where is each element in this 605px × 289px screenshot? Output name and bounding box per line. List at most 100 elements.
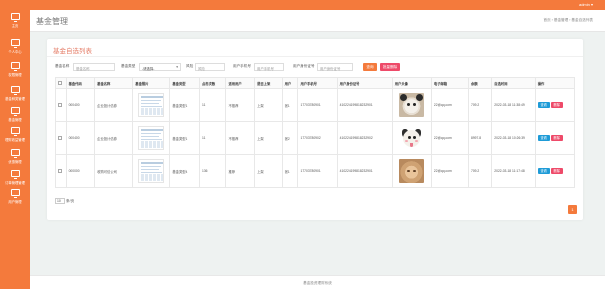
- sidebar-item-returns[interactable]: 理财收益管理: [0, 127, 30, 142]
- sidebar-item-label: 基金种类管理: [5, 97, 25, 101]
- user-phone: 17703780901: [297, 88, 338, 122]
- user-avatar[interactable]: [399, 93, 425, 117]
- sidebar-item-fund-types[interactable]: 基金种类管理: [0, 86, 30, 101]
- card-title: 基金自选列表: [53, 48, 92, 55]
- click-count: 11: [199, 88, 227, 122]
- select-all-header[interactable]: [55, 77, 67, 89]
- footer-text: 基金投资理财系统: [303, 281, 332, 285]
- phone-label: 用户手机号: [233, 64, 251, 68]
- search-button[interactable]: 查询: [363, 63, 377, 71]
- pagination-current-page[interactable]: 1: [568, 205, 577, 214]
- fund-photo[interactable]: [138, 159, 165, 183]
- table-row: 000400 企业投计债券 基金类型1 11 不推荐 上架 张2 1770378…: [55, 121, 576, 155]
- column-header: 用户身份证号: [336, 77, 393, 89]
- row-checkbox[interactable]: [58, 168, 62, 173]
- sidebar-item-home[interactable]: 主页: [0, 13, 30, 28]
- sidebar-item-label: 用户管理: [8, 200, 22, 204]
- fund-photo[interactable]: [138, 93, 165, 117]
- admin-user-menu[interactable]: admin ▾: [579, 2, 593, 7]
- monitor-icon: [10, 107, 20, 116]
- column-header: 点击次数: [199, 77, 227, 89]
- sidebar-item-profile[interactable]: 个人中心: [0, 39, 30, 54]
- sidebar-item-label: 优惠管理: [8, 160, 22, 164]
- user-idcard: 410224199818232901: [336, 154, 393, 188]
- user-email: 22@qq.com: [430, 121, 469, 155]
- view-button[interactable]: 查看: [537, 135, 550, 141]
- delete-button[interactable]: 删除: [550, 135, 563, 141]
- actions-cell: 查看 删除: [534, 154, 576, 188]
- user-avatar-cell: [391, 88, 432, 122]
- column-header: 基金类型: [169, 77, 201, 89]
- view-button[interactable]: 查看: [537, 102, 550, 108]
- idcard-label: 用户身份证号: [293, 64, 315, 68]
- row-checkbox[interactable]: [58, 135, 62, 140]
- column-header: 基金照片: [132, 77, 171, 89]
- monitor-icon: [10, 149, 20, 158]
- applicable-users: 不推荐: [225, 121, 256, 155]
- idcard-input[interactable]: 用户身份证号: [317, 63, 353, 71]
- delete-button[interactable]: 删除: [550, 168, 563, 174]
- row-select-cell[interactable]: [55, 154, 67, 188]
- content-card: 基金自选列表 基金名称 基金名称 基金类型 -请选择- 风险 风险 用户手机号 …: [47, 39, 583, 220]
- delete-button[interactable]: 删除: [550, 102, 563, 108]
- sidebar-item-funds[interactable]: 基金管理: [0, 107, 30, 122]
- listing-status: 上架: [254, 88, 283, 122]
- fund-photo-cell: [132, 88, 171, 122]
- fund-type: 基金类型1: [169, 121, 201, 155]
- row-select-cell[interactable]: [55, 121, 67, 155]
- monitor-icon: [10, 127, 20, 136]
- favorite-time: 2022-03-18 11:38:49: [491, 88, 536, 122]
- select-all-checkbox[interactable]: [58, 80, 62, 85]
- divider: [47, 56, 583, 57]
- page-size-select[interactable]: 10: [55, 198, 65, 204]
- column-header: 用户: [281, 77, 299, 89]
- view-button[interactable]: 查看: [537, 168, 550, 174]
- page-size-control: 10 条/页: [55, 198, 74, 204]
- click-count: 11: [199, 121, 227, 155]
- fund-photo[interactable]: [138, 126, 165, 150]
- balance: 8997.8: [467, 121, 493, 155]
- user-email: 22@qq.com: [430, 88, 469, 122]
- actions-cell: 查看 删除: [534, 88, 576, 122]
- page-title: 基金管理: [36, 17, 68, 26]
- fund-code: 000000: [65, 154, 96, 188]
- sidebar-item-label: 个人中心: [8, 50, 22, 54]
- breadcrumb[interactable]: 首页 › 基金管理 › 基金自选列表: [543, 18, 593, 23]
- table-row: 000400 企业投计债券 基金类型1 11 不推荐 上架 张1 1770378…: [55, 88, 576, 122]
- row-select-cell[interactable]: [55, 88, 67, 122]
- user-avatar-cell: [391, 121, 432, 155]
- sidebar-item-discounts[interactable]: 优惠管理: [0, 149, 30, 164]
- fund-code: 000400: [65, 121, 96, 155]
- row-checkbox[interactable]: [58, 102, 62, 107]
- fund-name-label: 基金名称: [55, 64, 70, 68]
- user-idcard: 410224199818232902: [336, 121, 393, 155]
- page-size-suffix: 条/页: [66, 199, 75, 203]
- user-name: 张2: [281, 121, 299, 155]
- sidebar-item-permissions[interactable]: 权限管理: [0, 62, 30, 77]
- monitor-icon: [10, 39, 20, 48]
- table-row: 000000 收购可债公司 基金类型4 136 推荐 上架 张1 1770378…: [55, 154, 576, 188]
- user-avatar-cell: [391, 154, 432, 188]
- listing-status: 上架: [254, 121, 283, 155]
- batch-delete-button[interactable]: 批量删除: [380, 63, 400, 71]
- user-phone: 17703780901: [297, 154, 338, 188]
- fund-name-input[interactable]: 基金名称: [73, 63, 115, 71]
- applicable-users: 不推荐: [225, 88, 256, 122]
- column-header: 用户手机号: [297, 77, 338, 89]
- sidebar-item-orders[interactable]: 订单管理管理: [0, 170, 30, 185]
- sidebar-item-label: 理财收益管理: [5, 138, 25, 142]
- user-avatar[interactable]: [399, 126, 425, 150]
- fund-table: 基金代码 基金名称 基金照片 基金类型 点击次数 适用用户 是否上架 用户 用户…: [55, 77, 576, 188]
- balance: 709.2: [467, 154, 493, 188]
- fund-photo-cell: [132, 121, 171, 155]
- user-name: 张1: [281, 154, 299, 188]
- applicable-users: 推荐: [225, 154, 256, 188]
- risk-input[interactable]: 风险: [195, 63, 225, 71]
- sidebar-item-users[interactable]: 用户管理: [0, 189, 30, 204]
- sidebar-item-label: 订单管理管理: [5, 181, 25, 185]
- column-header: 余额: [467, 77, 493, 89]
- phone-input[interactable]: 用户手机号: [254, 63, 284, 71]
- table-header-row: 基金代码 基金名称 基金照片 基金类型 点击次数 适用用户 是否上架 用户 用户…: [55, 77, 576, 89]
- user-avatar[interactable]: [399, 159, 425, 183]
- fund-type-select[interactable]: -请选择-: [139, 63, 181, 71]
